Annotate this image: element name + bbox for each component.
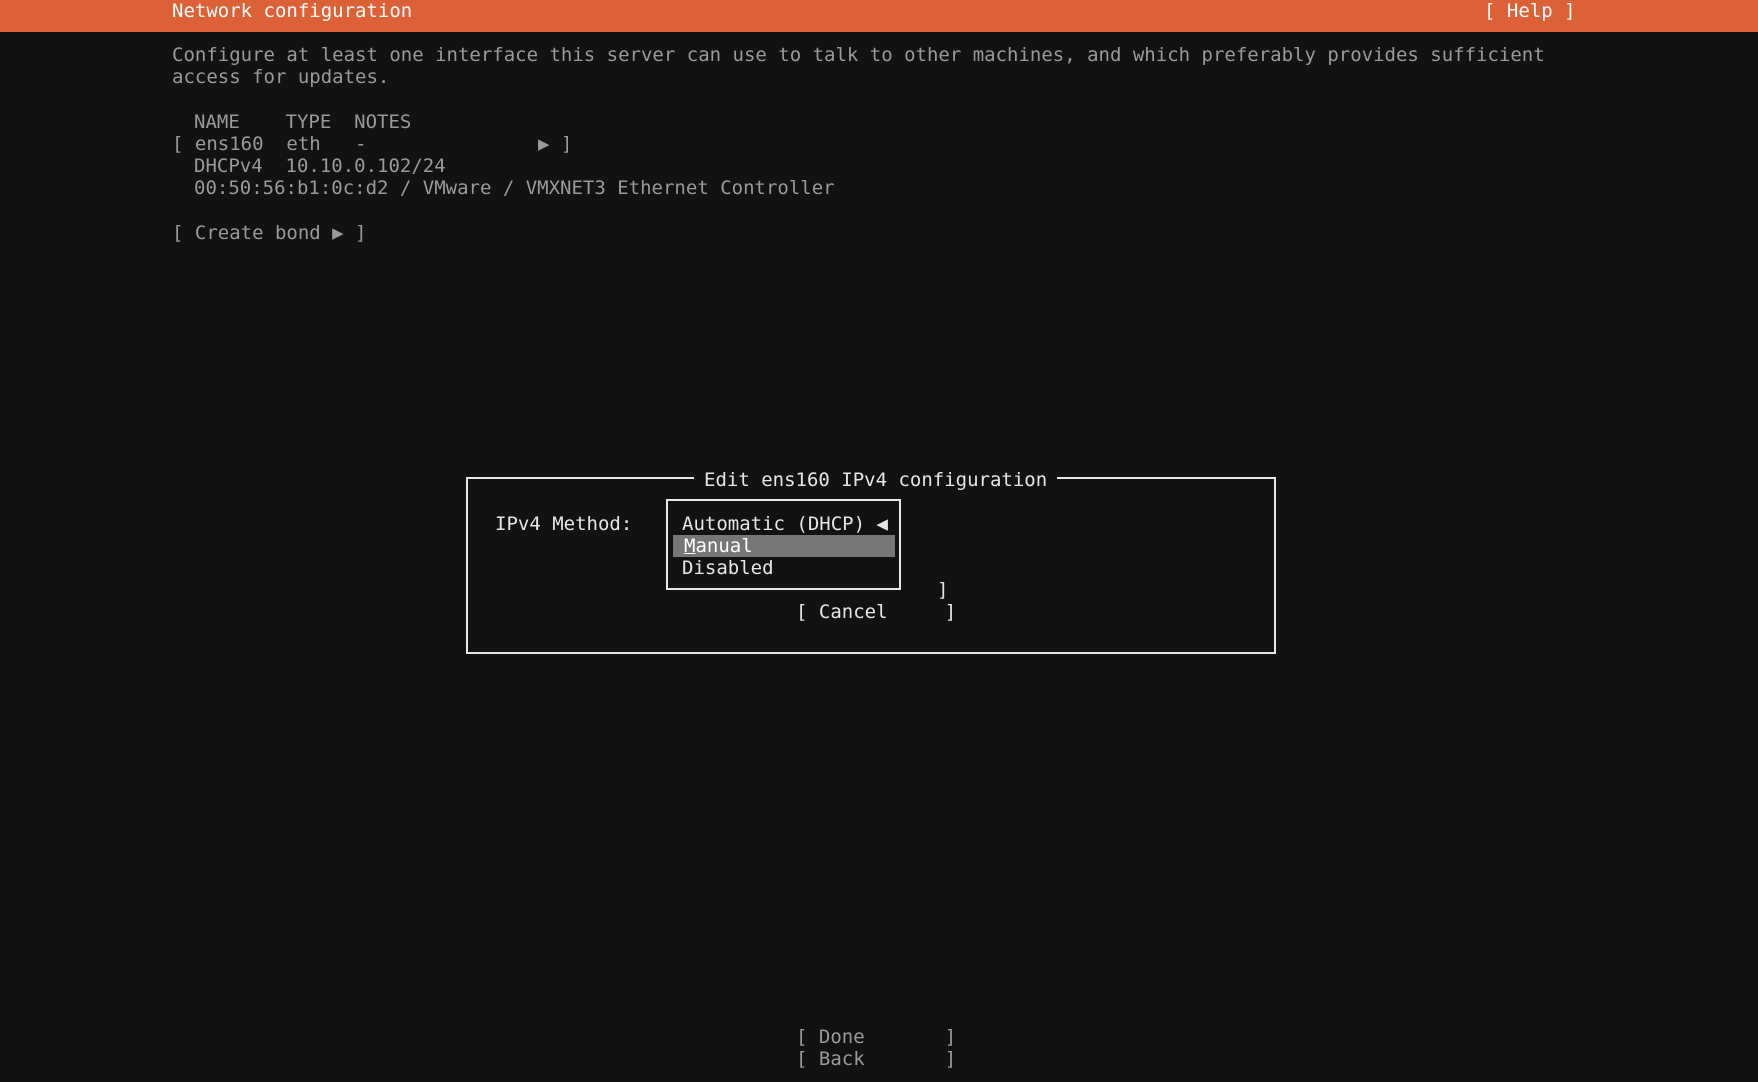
- intro-text: Configure at least one interface this se…: [172, 44, 1545, 88]
- top-bar: Network configuration [ Help ]: [0, 0, 1758, 32]
- help-button[interactable]: [ Help ]: [1484, 0, 1576, 23]
- save-button-bracket[interactable]: ]: [937, 579, 948, 601]
- cursor-char: M: [684, 535, 696, 557]
- interface-hardware-line: 00:50:56:b1:0c:d2 / VMware / VMXNET3 Eth…: [194, 177, 835, 199]
- ipv4-method-label: IPv4 Method:: [495, 513, 633, 535]
- ipv4-method-dropdown[interactable]: Automatic (DHCP) ◀ Manual Disabled: [666, 499, 901, 590]
- option-automatic-dhcp[interactable]: Automatic (DHCP) ◀: [682, 513, 904, 535]
- dialog-title: Edit ens160 IPv4 configuration: [694, 469, 1058, 491]
- back-button[interactable]: [ Back ]: [796, 1048, 956, 1070]
- interface-row-ens160[interactable]: [ ens160 eth - ▶ ]: [172, 133, 572, 155]
- done-button[interactable]: [ Done ]: [796, 1026, 956, 1048]
- create-bond-button[interactable]: [ Create bond ▶ ]: [172, 222, 366, 244]
- interface-table-header: NAME TYPE NOTES: [194, 111, 412, 133]
- interface-dhcp-line: DHCPv4 10.10.0.102/24: [194, 155, 446, 177]
- option-disabled[interactable]: Disabled: [682, 557, 904, 579]
- cancel-button[interactable]: [ Cancel ]: [796, 601, 956, 623]
- option-manual[interactable]: Manual: [673, 535, 895, 557]
- page-title: Network configuration: [172, 0, 413, 22]
- option-manual-label: anual: [695, 535, 753, 557]
